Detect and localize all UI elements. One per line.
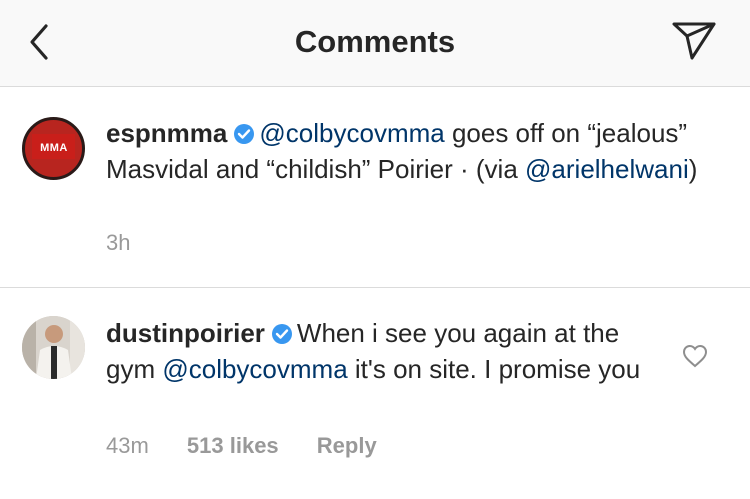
avatar-label: MMA — [40, 142, 68, 154]
profile-photo — [22, 316, 85, 379]
post-caption: MMA espnmma @colbycovmma goes off on “jea… — [0, 87, 750, 287]
verified-badge-icon — [233, 120, 255, 153]
caption-timestamp: 3h — [106, 230, 131, 255]
reply-button[interactable]: Reply — [317, 433, 377, 458]
paper-plane-icon — [672, 22, 716, 60]
caption-meta: 3h — [106, 230, 162, 256]
share-button[interactable] — [670, 20, 718, 64]
comment-meta: 43m 513 likes Reply — [106, 433, 409, 459]
like-button[interactable] — [682, 344, 708, 368]
mention-link[interactable]: @colbycovmma — [259, 118, 444, 148]
mention-link[interactable]: @arielhelwani — [525, 154, 689, 184]
comment-text: dustinpoirier When i see you again at the… — [106, 317, 666, 386]
avatar[interactable]: MMA — [22, 117, 85, 180]
header-bar: Comments — [0, 0, 750, 87]
verified-badge-icon — [271, 320, 293, 353]
caption-username[interactable]: espnmma — [106, 118, 227, 148]
caption-text: espnmma @colbycovmma goes off on “jealous… — [106, 117, 716, 186]
likes-count[interactable]: 513 likes — [187, 433, 279, 458]
heart-icon — [682, 344, 708, 368]
comment-timestamp: 43m — [106, 433, 149, 458]
page-title: Comments — [294, 24, 456, 59]
comment-body-end: it's on site. I promise you — [347, 354, 641, 384]
avatar[interactable] — [22, 316, 85, 379]
comment-username[interactable]: dustinpoirier — [106, 318, 265, 348]
mention-link[interactable]: @colbycovmma — [162, 354, 347, 384]
caption-body-end: ) — [688, 154, 698, 184]
comment-item: dustinpoirier When i see you again at the… — [0, 288, 750, 499]
